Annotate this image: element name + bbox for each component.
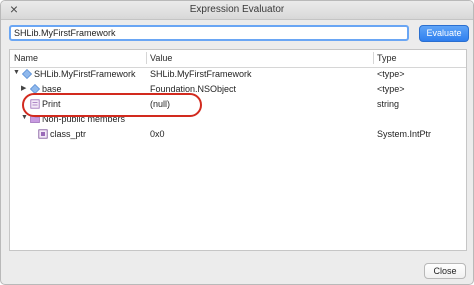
field-icon	[38, 129, 48, 139]
class-icon	[22, 69, 32, 79]
row-value: 0x0	[150, 129, 165, 139]
expression-evaluator-window: × Expression Evaluator Evaluate Name Val…	[0, 0, 474, 285]
evaluate-button[interactable]: Evaluate	[419, 25, 469, 42]
row-value: SHLib.MyFirstFramework	[150, 69, 252, 79]
disclosure-expanded-icon[interactable]: ▼	[13, 69, 20, 76]
window-title: Expression Evaluator	[189, 4, 285, 15]
column-header-name[interactable]: Name	[14, 53, 38, 63]
highlight-annotation	[22, 93, 202, 117]
row-type: string	[377, 99, 400, 109]
column-header-type[interactable]: Type	[377, 53, 397, 63]
row-name: SHLib.MyFirstFramework	[34, 69, 136, 79]
row-type: System.IntPtr	[377, 129, 432, 139]
title-bar: × Expression Evaluator	[1, 1, 473, 20]
column-header-value[interactable]: Value	[150, 53, 172, 63]
column-divider[interactable]	[373, 52, 374, 64]
results-grid: Name Value Type ▼ SHLib.MyFirstFramework…	[9, 49, 467, 251]
row-name: class_ptr	[50, 129, 87, 139]
row-type: <type>	[377, 69, 405, 79]
table-row[interactable]: class_ptr 0x0 System.IntPtr	[10, 127, 466, 142]
grid-header: Name Value Type	[10, 50, 466, 68]
table-row[interactable]: ▼ SHLib.MyFirstFramework SHLib.MyFirstFr…	[10, 67, 466, 82]
column-divider[interactable]	[146, 52, 147, 64]
disclosure-collapsed-icon[interactable]: ▶	[21, 84, 26, 92]
close-button[interactable]: Close	[424, 263, 466, 279]
row-type: <type>	[377, 84, 405, 94]
expression-input[interactable]	[9, 25, 409, 41]
